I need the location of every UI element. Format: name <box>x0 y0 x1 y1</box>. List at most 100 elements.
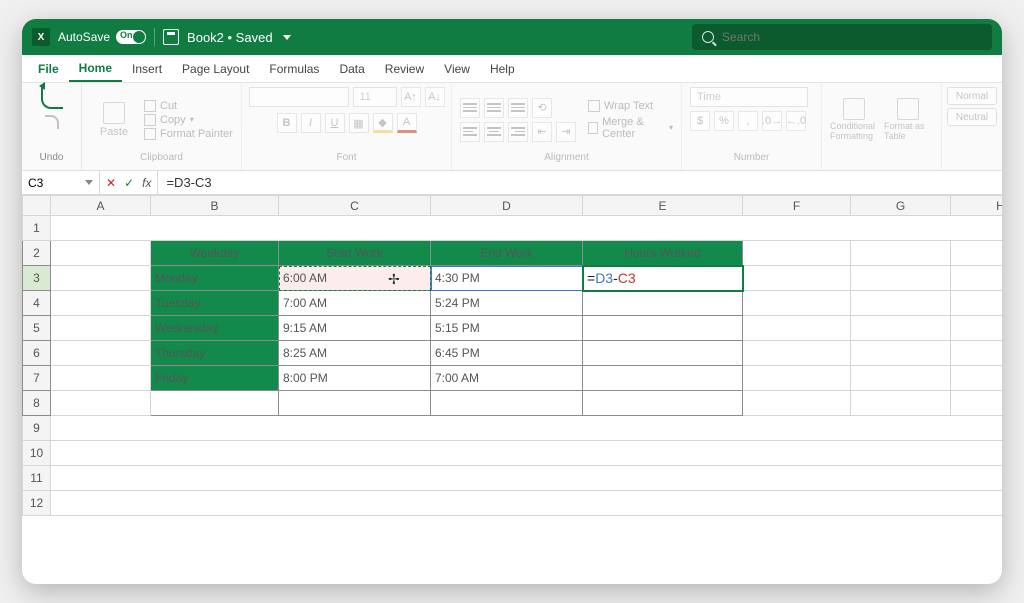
cell[interactable] <box>743 266 851 291</box>
chevron-down-icon[interactable] <box>85 180 93 185</box>
tab-home[interactable]: Home <box>69 55 122 82</box>
cell-B4[interactable]: Tuesday <box>151 291 279 316</box>
font-color-button[interactable]: A <box>397 113 417 133</box>
save-icon[interactable] <box>163 29 179 45</box>
cell[interactable] <box>743 316 851 341</box>
tab-view[interactable]: View <box>434 55 480 82</box>
align-right-button[interactable] <box>508 122 528 142</box>
document-title[interactable]: Book2 • Saved <box>187 30 273 45</box>
table-header-weekday[interactable]: Weekday <box>151 241 279 266</box>
tab-file[interactable]: File <box>28 55 69 82</box>
table-header-hours[interactable]: Hours Worked <box>583 241 743 266</box>
cell-C7[interactable]: 8:00 PM <box>279 366 431 391</box>
cell[interactable] <box>51 416 1003 441</box>
italic-button[interactable]: I <box>301 113 321 133</box>
col-header-E[interactable]: E <box>583 196 743 216</box>
bold-button[interactable]: B <box>277 113 297 133</box>
select-all-corner[interactable] <box>23 196 51 216</box>
chevron-down-icon[interactable] <box>283 35 291 40</box>
cell[interactable] <box>951 316 1003 341</box>
cell[interactable] <box>851 316 951 341</box>
cell[interactable] <box>51 266 151 291</box>
align-center-button[interactable] <box>484 122 504 142</box>
cell[interactable] <box>743 341 851 366</box>
cancel-formula-button[interactable]: ✕ <box>106 176 116 190</box>
cell-D3[interactable]: 4:30 PM <box>431 266 583 291</box>
cell[interactable] <box>851 391 951 416</box>
redo-button[interactable] <box>45 115 59 129</box>
row-header[interactable]: 9 <box>23 416 51 441</box>
cell-C4[interactable]: 7:00 AM <box>279 291 431 316</box>
cell-B3[interactable]: Monday <box>151 266 279 291</box>
cell-D6[interactable]: 6:45 PM <box>431 341 583 366</box>
cell[interactable] <box>51 316 151 341</box>
cell[interactable] <box>51 341 151 366</box>
decrease-decimal-button[interactable]: ←.0 <box>786 111 806 131</box>
col-header-F[interactable]: F <box>743 196 851 216</box>
cell-C6[interactable]: 8:25 AM <box>279 341 431 366</box>
cell-E3[interactable]: =D3-C3 <box>583 266 743 291</box>
search-box[interactable] <box>692 24 992 50</box>
row-header[interactable]: 7 <box>23 366 51 391</box>
cell-B5[interactable]: Wednesday <box>151 316 279 341</box>
cell-E4[interactable] <box>583 291 743 316</box>
row-header[interactable]: 10 <box>23 441 51 466</box>
cell-C8[interactable] <box>279 391 431 416</box>
format-as-table-button[interactable]: Format as Table <box>884 98 932 142</box>
cell[interactable] <box>951 366 1003 391</box>
align-left-button[interactable] <box>460 122 480 142</box>
cut-button[interactable]: Cut <box>144 100 233 112</box>
cell[interactable] <box>851 241 951 266</box>
col-header-C[interactable]: C <box>279 196 431 216</box>
increase-font-button[interactable]: A↑ <box>401 87 421 107</box>
font-family-select[interactable] <box>249 87 349 107</box>
cell-B8[interactable] <box>151 391 279 416</box>
cell-B7[interactable]: Friday <box>151 366 279 391</box>
percent-button[interactable]: % <box>714 111 734 131</box>
cell[interactable] <box>743 241 851 266</box>
currency-button[interactable]: $ <box>690 111 710 131</box>
cell[interactable] <box>51 241 151 266</box>
style-neutral[interactable]: Neutral <box>947 108 997 126</box>
align-middle-button[interactable] <box>484 98 504 118</box>
copy-button[interactable]: Copy▾ <box>144 114 233 126</box>
cell-B6[interactable]: Thursday <box>151 341 279 366</box>
conditional-formatting-button[interactable]: Conditional Formatting <box>830 98 878 142</box>
cell-D8[interactable] <box>431 391 583 416</box>
tab-formulas[interactable]: Formulas <box>259 55 329 82</box>
switch-icon[interactable]: On <box>116 30 146 44</box>
autosave-toggle[interactable]: AutoSave On <box>58 30 146 44</box>
underline-button[interactable]: U <box>325 113 345 133</box>
row-header[interactable]: 2 <box>23 241 51 266</box>
merge-center-button[interactable]: Merge & Center▾ <box>588 116 673 140</box>
table-header-start[interactable]: Start Work <box>279 241 431 266</box>
cell[interactable] <box>951 341 1003 366</box>
cell[interactable] <box>851 291 951 316</box>
undo-button[interactable] <box>41 87 63 109</box>
cell[interactable] <box>743 391 851 416</box>
cell-E7[interactable] <box>583 366 743 391</box>
row-header[interactable]: 4 <box>23 291 51 316</box>
cell[interactable] <box>51 216 1003 241</box>
row-header[interactable]: 6 <box>23 341 51 366</box>
formula-input[interactable]: =D3-C3 <box>158 175 1002 190</box>
col-header-G[interactable]: G <box>851 196 951 216</box>
cell[interactable] <box>743 291 851 316</box>
tab-help[interactable]: Help <box>480 55 525 82</box>
cell-E8[interactable] <box>583 391 743 416</box>
row-header[interactable]: 5 <box>23 316 51 341</box>
cell[interactable] <box>51 466 1003 491</box>
tab-review[interactable]: Review <box>375 55 434 82</box>
tab-data[interactable]: Data <box>329 55 374 82</box>
font-size-select[interactable]: 11 <box>353 87 397 107</box>
cell-C3[interactable]: 6:00 AM <box>279 266 431 291</box>
cell[interactable] <box>743 366 851 391</box>
cell[interactable] <box>51 391 151 416</box>
cell[interactable] <box>951 241 1003 266</box>
cell-D4[interactable]: 5:24 PM <box>431 291 583 316</box>
orientation-button[interactable]: ⟲ <box>532 98 552 118</box>
number-format-select[interactable]: Time <box>690 87 808 107</box>
cell-E6[interactable] <box>583 341 743 366</box>
confirm-formula-button[interactable]: ✓ <box>124 176 134 190</box>
cell[interactable] <box>951 291 1003 316</box>
